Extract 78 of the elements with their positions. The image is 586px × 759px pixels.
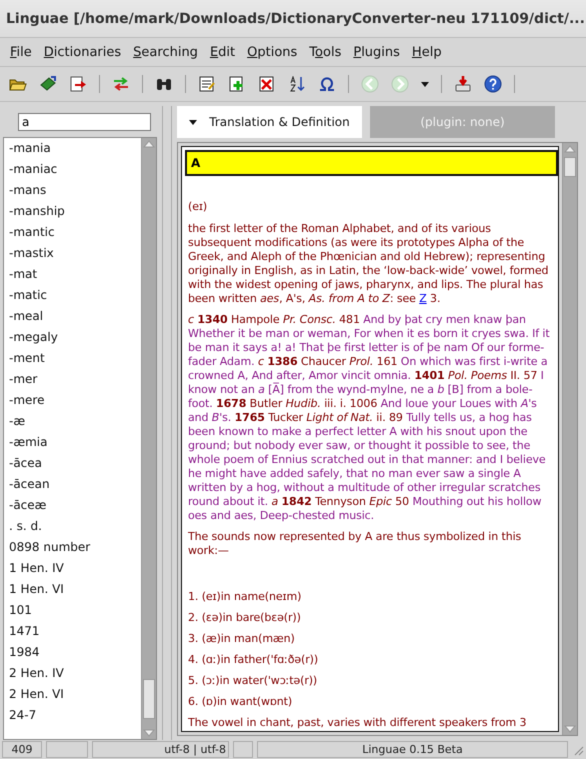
- word-list-item[interactable]: -mantic: [9, 222, 141, 243]
- delete-document-icon[interactable]: [258, 76, 276, 92]
- word-list-item[interactable]: 1984: [9, 642, 141, 663]
- word-list-item[interactable]: 1471: [9, 621, 141, 642]
- dropdown-caret-icon: [189, 120, 198, 124]
- word-list-item[interactable]: 101: [9, 600, 141, 621]
- word-list-item[interactable]: -manship: [9, 201, 141, 222]
- word-list-item[interactable]: -maniac: [9, 159, 141, 180]
- word-list-item[interactable]: -ācean: [9, 474, 141, 495]
- menu-item[interactable]: Tools: [303, 44, 348, 60]
- word-list-item[interactable]: -ācea: [9, 453, 141, 474]
- word-list-item[interactable]: -mat: [9, 264, 141, 285]
- headword-bar: A: [185, 150, 558, 176]
- tab[interactable]: Translation & Definition: [177, 106, 362, 138]
- install-icon[interactable]: [454, 75, 472, 93]
- menu-item[interactable]: Edit: [204, 44, 242, 60]
- scroll-up-icon[interactable]: [564, 145, 576, 153]
- word-list-item[interactable]: 0898 number: [9, 537, 141, 558]
- scroll-down-icon[interactable]: [564, 725, 576, 733]
- menu-item[interactable]: Searching: [127, 44, 204, 60]
- book-icon[interactable]: [39, 76, 57, 92]
- status-version: Linguae 0.15 Beta: [257, 741, 568, 758]
- word-list-item[interactable]: -āceæ: [9, 495, 141, 516]
- scrollbar-thumb[interactable]: [564, 157, 576, 177]
- word-list-item[interactable]: -æmia: [9, 432, 141, 453]
- word-list-item[interactable]: -mer: [9, 369, 141, 390]
- search-field[interactable]: a: [18, 112, 151, 130]
- menu-item[interactable]: File: [4, 44, 38, 60]
- swap-arrows-icon[interactable]: [112, 76, 130, 92]
- resize-grip-icon[interactable]: [572, 744, 584, 756]
- binoculars-icon[interactable]: [155, 76, 173, 92]
- omega-icon[interactable]: [318, 76, 336, 92]
- sort-icon[interactable]: [288, 76, 306, 92]
- sound-list-item: 5. (ɔː)in water('wɔːtə(r)): [188, 674, 318, 688]
- word-list-item[interactable]: -ment: [9, 348, 141, 369]
- menu-item[interactable]: Plugins: [347, 44, 406, 60]
- word-list-item[interactable]: 1 Hen. VI: [9, 579, 141, 600]
- word-list-item[interactable]: 24-7: [9, 705, 141, 726]
- status-cell: [46, 741, 88, 758]
- scrollbar[interactable]: [141, 138, 156, 739]
- word-list-item[interactable]: -mans: [9, 180, 141, 201]
- menu-item[interactable]: Help: [406, 44, 448, 60]
- word-list-item[interactable]: -æ: [9, 411, 141, 432]
- sound-list-item: 3. (æ)in man(mæn): [188, 632, 296, 646]
- word-list-item[interactable]: 2 Hen. VI: [9, 684, 141, 705]
- status-encoding: utf-8 | utf-8: [92, 741, 229, 758]
- menu-item[interactable]: Options: [241, 44, 304, 60]
- word-list-item[interactable]: 1 Hen. IV: [9, 558, 141, 579]
- pronunciation-text: (eɪ): [188, 200, 208, 214]
- word-list-item[interactable]: -mere: [9, 390, 141, 411]
- window-title: Linguae [/home/mark/Downloads/DictionaryConverter-neu 171109/dict/...: [6, 10, 585, 26]
- definition-paragraph: The vowel in chant, past, varies with different speakers from 3: [188, 716, 528, 730]
- word-list-item[interactable]: -megaly: [9, 327, 141, 348]
- word-list-item[interactable]: -mastix: [9, 243, 141, 264]
- sound-list-item: 2. (ɛə)in bare(bɛə(r)): [188, 611, 302, 625]
- word-list-item[interactable]: -matic: [9, 285, 141, 306]
- status-cell: [233, 741, 253, 758]
- word-list-item[interactable]: -mania: [9, 138, 141, 159]
- sound-list-item: 4. (ɑː)in father('fɑːðə(r)): [188, 653, 320, 667]
- clipboard-arrow-icon[interactable]: [69, 76, 87, 92]
- definition-paragraph: the first letter of the Roman Alphabet, and of its various subsequent modifications (as were its prototypes Alpha of the Greek, and Aleph of the Phœnician and old Hebrew); representing originally in English, as in Latin, the ‘low-back-wide’ vowel, formed with the widest opening of jaws, pharynx, and lips. The plural has been written aes, A's, As. from A to Z: see Z 3.: [188, 222, 550, 306]
- sound-list-item: 1. (eɪ)in name(neɪm): [188, 590, 302, 604]
- sound-list-item: 6. (ɒ)in want(wɒnt): [188, 695, 294, 709]
- menu-item[interactable]: Dictionaries: [38, 44, 128, 60]
- definition-paragraph: The sounds now represented by A are thus symbolized in this work:—: [188, 530, 522, 558]
- scroll-down-icon[interactable]: [143, 729, 155, 737]
- word-list-item[interactable]: . s. d.: [9, 516, 141, 537]
- status-count: 409: [2, 741, 42, 758]
- definition-paragraph: c 1340 Hampole Pr. Consc. 481 And by þat cry men knaw þan Whether it be man or weman, For when it es born it cryes swa. If it be man it says a! a! That þe first letter is of þe nam Of our forme-fader Adam. c 1386 Chaucer Prol. 161 On which was first i-write a crowned A, And after, Amor vincit omnia. 1401 Pol. Poems II. 57 I know not an a [A̅] from the wynd-mylne, ne a b [B] from a bole-foot. 1678 Butler Hudib. iii. i. 1006 And loue your Loues with A's and B's. 1765 Tucker Light of Nat. ii. 89 Tully tells us, a hog has been known to make a perfect letter A with his snout upon the ground; but nobody ever saw, or thought it possible to see, the whole poem of Ennius scratched out in that manner: and I believe he might have added safely, that no man ever saw a single A written by a hog, without a multitude of other irregular scratches round about it. a 1842 Tennyson Epic 50 Mouthing out his hollow oes and aes, Deep-chested music.: [188, 313, 551, 523]
- word-list-item[interactable]: 2 Hen. IV: [9, 663, 141, 684]
- notepad-icon[interactable]: [198, 76, 216, 92]
- link[interactable]: Z: [419, 292, 427, 305]
- scrollbar-thumb[interactable]: [143, 679, 155, 719]
- word-list-item[interactable]: -meal: [9, 306, 141, 327]
- scrollbar[interactable]: [562, 143, 577, 735]
- scroll-up-icon[interactable]: [143, 140, 155, 148]
- dropdown-caret-icon[interactable]: [421, 82, 429, 86]
- help-icon[interactable]: [484, 75, 502, 93]
